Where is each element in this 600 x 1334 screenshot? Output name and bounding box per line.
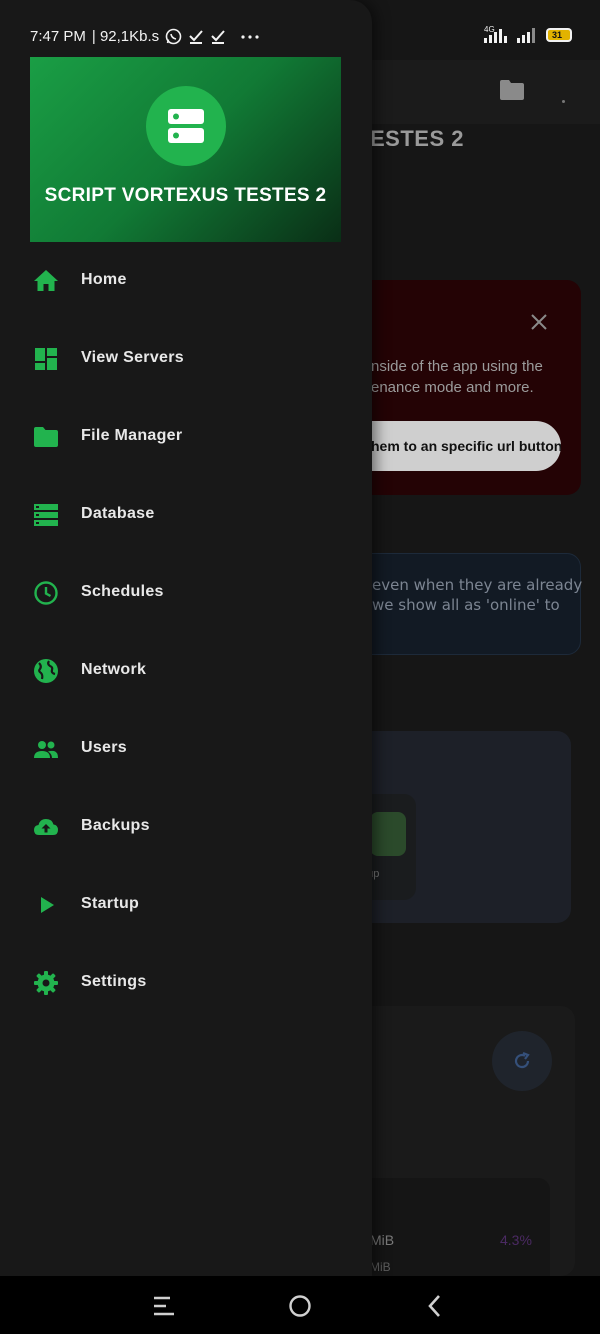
menu-item-users[interactable]: Users <box>0 713 372 783</box>
drawer-header: SCRIPT VORTEXUS TESTES 2 <box>30 57 341 242</box>
info-text-line: even when they are already <box>372 576 583 594</box>
menu-item-label: Schedules <box>81 583 164 600</box>
drawer-header-title: SCRIPT VORTEXUS TESTES 2 <box>44 185 327 206</box>
whatsapp-icon <box>165 28 182 45</box>
menu-item-label: Settings <box>81 973 147 990</box>
menu-item-label: Startup <box>81 895 140 912</box>
network-speed: | 92,1Kb.s <box>91 28 160 45</box>
gear-icon <box>34 971 58 995</box>
status-left: 7:47 PM | 92,1Kb.s <box>30 28 260 45</box>
navigation-drawer: SCRIPT VORTEXUS TESTES 2 Home View Serve… <box>0 0 372 1276</box>
check-icon <box>211 29 225 44</box>
dashboard-icon <box>35 348 57 370</box>
memory-limit: MiB <box>370 1260 391 1274</box>
more-icon <box>241 34 259 39</box>
menu-icon[interactable] <box>151 1293 177 1319</box>
signal-icon <box>517 28 535 43</box>
server-logo <box>146 86 226 166</box>
info-text-line: we show all as 'online' to <box>372 596 560 614</box>
folder-icon <box>34 427 58 447</box>
menu-item-settings[interactable]: Settings <box>0 947 372 1017</box>
menu-item-network[interactable]: Network <box>0 635 372 705</box>
home-circle-icon[interactable] <box>287 1293 313 1319</box>
users-icon <box>34 741 58 758</box>
memory-value: MiB <box>370 1232 395 1248</box>
menu-item-startup[interactable]: Startup <box>0 869 372 939</box>
status-time: 7:47 PM <box>30 28 86 45</box>
status-bar: 7:47 PM | 92,1Kb.s 4G 31 <box>0 0 600 60</box>
refresh-button[interactable] <box>492 1031 552 1091</box>
cloud-upload-icon <box>34 819 58 835</box>
menu-item-schedules[interactable]: Schedules <box>0 557 372 627</box>
page-title: ESTES 2 <box>370 126 464 151</box>
folder-icon[interactable] <box>500 80 524 100</box>
alert-text-line: nside of the app using the <box>371 358 543 375</box>
globe-icon <box>34 659 58 683</box>
play-icon <box>41 897 54 913</box>
menu-item-backups[interactable]: Backups <box>0 791 372 861</box>
menu-item-label: Home <box>81 271 127 288</box>
menu-item-label: Network <box>81 661 147 678</box>
menu-item-view-servers[interactable]: View Servers <box>0 323 372 393</box>
refresh-icon <box>514 1051 530 1069</box>
menu-item-label: Backups <box>81 817 150 834</box>
database-icon <box>34 504 58 526</box>
usage-percent: 4.3% <box>500 1232 532 1248</box>
check-icon <box>189 29 203 44</box>
menu-item-home[interactable]: Home <box>0 245 372 315</box>
clock-icon <box>34 581 58 605</box>
server-icon <box>168 109 204 143</box>
menu-item-label: Database <box>81 505 155 522</box>
battery-level: 31 <box>551 30 562 40</box>
menu-item-file-manager[interactable]: File Manager <box>0 401 372 471</box>
menu-item-database[interactable]: Database <box>0 479 372 549</box>
status-right: 4G 31 <box>484 25 572 43</box>
menu-item-label: File Manager <box>81 427 183 444</box>
overflow-menu-icon[interactable] <box>562 100 565 103</box>
menu-item-label: View Servers <box>81 349 184 366</box>
alert-text-line: enance mode and more. <box>371 379 534 396</box>
backup-icon <box>370 812 406 856</box>
battery-icon: 31 <box>546 28 572 42</box>
menu-item-label: Users <box>81 739 127 756</box>
signal-icon <box>484 29 507 43</box>
system-navigation-bar <box>0 1276 600 1334</box>
home-icon <box>34 270 58 291</box>
close-icon[interactable] <box>530 313 548 331</box>
back-icon[interactable] <box>422 1293 448 1319</box>
